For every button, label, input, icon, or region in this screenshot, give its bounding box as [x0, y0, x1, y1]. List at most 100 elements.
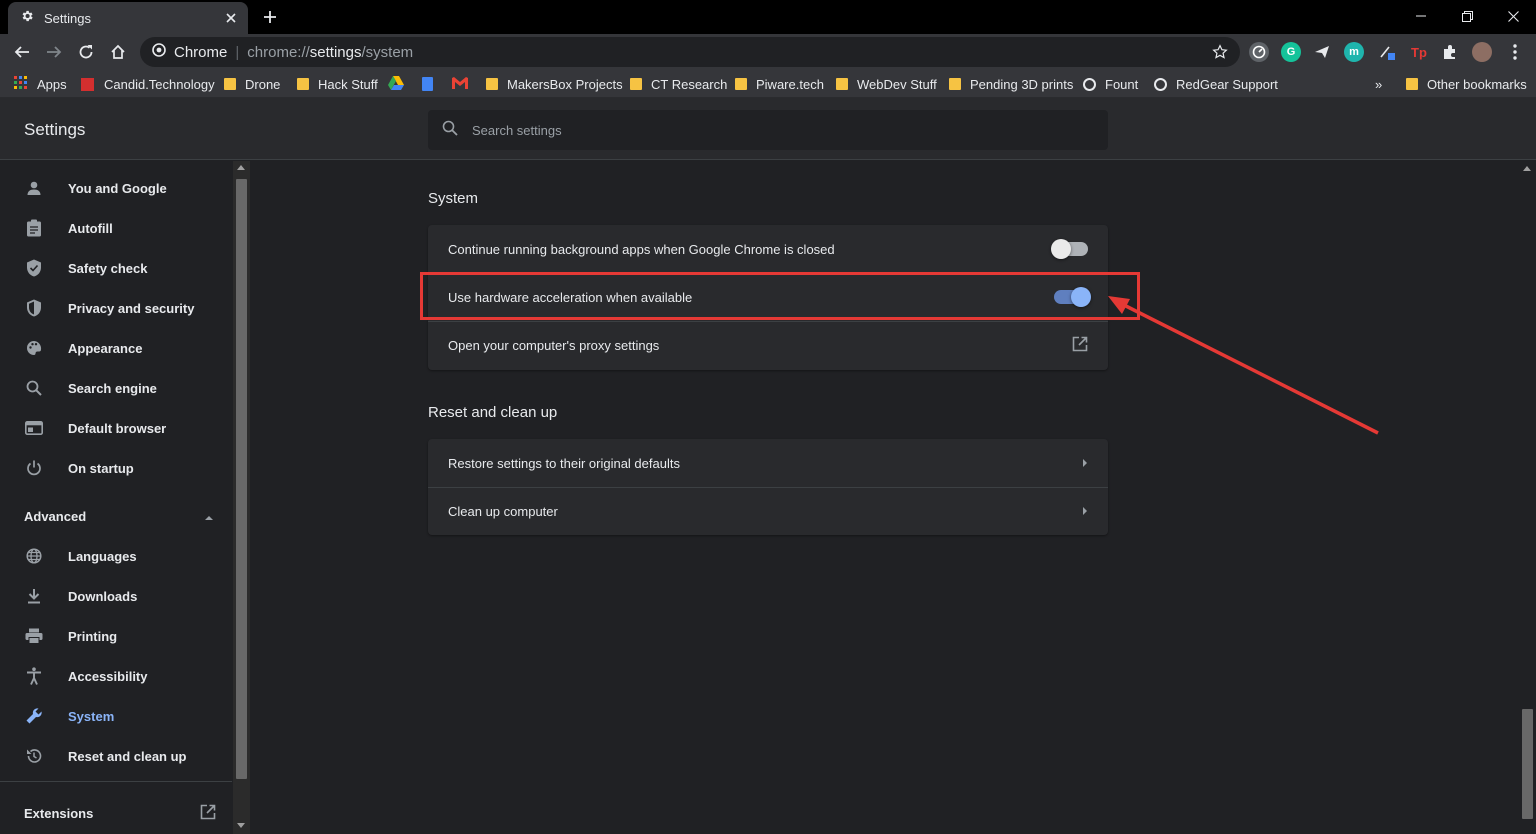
search-settings-box[interactable] — [428, 110, 1108, 150]
folder-icon — [949, 78, 961, 90]
bookmark-hack-stuff[interactable]: Hack Stuff — [297, 75, 378, 93]
bookmark-star-icon[interactable] — [1210, 42, 1230, 62]
sidebar-item-privacy-and-security[interactable]: Privacy and security — [0, 288, 232, 328]
bookmark-google-docs[interactable] — [422, 75, 433, 93]
new-tab-button[interactable] — [258, 5, 282, 29]
bookmark-piware-tech[interactable]: Piware.tech — [735, 75, 824, 93]
bookmark-candid-technology[interactable]: Candid.Technology — [81, 75, 215, 93]
advanced-section-toggle[interactable]: Advanced — [0, 496, 232, 536]
gmail-icon — [452, 76, 468, 92]
sidebar-item-appearance[interactable]: Appearance — [0, 328, 232, 368]
grammarly-extension-icon[interactable]: G — [1281, 42, 1301, 62]
bookmark-makersbox-projects[interactable]: MakersBox Projects — [486, 75, 623, 93]
bookmark-label: Piware.tech — [756, 76, 824, 92]
sidebar-scroll-thumb[interactable] — [236, 179, 247, 779]
download-icon — [24, 586, 44, 606]
bookmark-label: MakersBox Projects — [507, 76, 623, 92]
sidebar-item-label: You and Google — [68, 180, 167, 196]
shield-icon — [24, 298, 44, 318]
bookmark-label: Fount — [1105, 76, 1139, 92]
sidebar-item-reset-and-clean-up[interactable]: Reset and clean up — [0, 736, 232, 776]
bookmark-fount[interactable]: Fount — [1083, 75, 1138, 93]
sidebar-item-safety-check[interactable]: Safety check — [0, 248, 232, 288]
close-tab-icon[interactable] — [220, 7, 242, 29]
tab-settings[interactable]: Settings — [8, 2, 248, 34]
folder-icon — [735, 78, 747, 90]
puzzle-extensions-icon[interactable] — [1440, 42, 1460, 62]
row-label: Restore settings to their original defau… — [448, 455, 680, 471]
background-apps-toggle[interactable] — [1051, 239, 1088, 259]
sidebar-item-on-startup[interactable]: On startup — [0, 448, 232, 488]
home-button[interactable] — [104, 38, 132, 66]
row-label: Continue running background apps when Go… — [448, 241, 835, 257]
proxy-settings-row[interactable]: Open your computer's proxy settings — [428, 321, 1108, 369]
bookmark-ct-research[interactable]: CT Research — [630, 75, 727, 93]
forward-button[interactable] — [40, 38, 68, 66]
bookmark-gmail[interactable] — [452, 75, 468, 93]
scroll-down-arrow-icon[interactable] — [237, 823, 245, 828]
browser-icon — [24, 418, 44, 438]
site-chip-label: Chrome — [174, 43, 228, 61]
scroll-up-arrow-icon[interactable] — [1523, 166, 1531, 171]
bookmarks-overflow-button[interactable]: » — [1375, 75, 1382, 93]
sidebar-item-extensions[interactable]: Extensions — [0, 793, 232, 833]
sidebar-item-system[interactable]: System — [0, 696, 232, 736]
bookmark-apps[interactable]: Apps — [14, 75, 67, 93]
chevron-right-icon — [1082, 504, 1088, 519]
external-link-icon[interactable] — [1072, 336, 1088, 355]
row-label: Clean up computer — [448, 503, 558, 519]
globe-icon — [1154, 77, 1167, 91]
send-extension-icon[interactable] — [1312, 42, 1332, 62]
restore-defaults-row[interactable]: Restore settings to their original defau… — [428, 439, 1108, 487]
folder-icon — [297, 78, 309, 90]
tp-extension-icon[interactable]: Tp — [1409, 42, 1429, 62]
minimize-button[interactable] — [1398, 0, 1444, 32]
sidebar-item-search-engine[interactable]: Search engine — [0, 368, 232, 408]
reload-button[interactable] — [72, 38, 100, 66]
main-scrollbar[interactable] — [1519, 161, 1536, 834]
avatar[interactable] — [1472, 42, 1492, 62]
bookmark-webdev-stuff[interactable]: WebDev Stuff — [836, 75, 937, 93]
more-menu-icon[interactable] — [1505, 42, 1525, 62]
scroll-up-arrow-icon[interactable] — [237, 165, 245, 170]
sidebar-item-downloads[interactable]: Downloads — [0, 576, 232, 616]
m-extension-icon[interactable]: m — [1344, 42, 1364, 62]
background-apps-row[interactable]: Continue running background apps when Go… — [428, 225, 1108, 273]
accessibility-icon — [24, 666, 44, 686]
google-docs-icon — [422, 77, 433, 91]
close-window-button[interactable] — [1490, 0, 1536, 32]
sidebar-item-label: Appearance — [68, 340, 143, 356]
sidebar-item-languages[interactable]: Languages — [0, 536, 232, 576]
pen-extension-icon[interactable] — [1378, 42, 1398, 62]
bookmark-google-drive[interactable] — [388, 75, 404, 93]
sidebar-scrollbar[interactable] — [233, 161, 250, 834]
row-label: Open your computer's proxy settings — [448, 337, 660, 353]
chevron-right-icon — [1082, 456, 1088, 471]
bookmark-redgear-support[interactable]: RedGear Support — [1154, 75, 1278, 93]
sidebar-item-you-and-google[interactable]: You and Google — [0, 168, 232, 208]
wrench-icon — [24, 706, 44, 726]
bookmarks-bar: Apps Candid.Technology Drone Hack Stuff … — [0, 70, 1536, 98]
bookmark-pending-3d-prints[interactable]: Pending 3D prints — [949, 75, 1073, 93]
address-bar[interactable]: Chrome | chrome://settings/system — [140, 37, 1240, 67]
back-button[interactable] — [8, 38, 36, 66]
sidebar-item-label: On startup — [68, 460, 134, 476]
sidebar-item-label: Privacy and security — [68, 300, 195, 316]
clean-up-computer-row[interactable]: Clean up computer — [428, 487, 1108, 535]
annotation-highlight-box — [420, 272, 1140, 320]
folder-icon — [1406, 78, 1418, 90]
search-input[interactable] — [472, 122, 1072, 138]
sidebar-item-accessibility[interactable]: Accessibility — [0, 656, 232, 696]
other-bookmarks[interactable]: Other bookmarks — [1406, 75, 1527, 93]
restore-window-button[interactable] — [1444, 0, 1490, 32]
search-icon — [442, 120, 458, 141]
sidebar-item-label: Downloads — [68, 588, 138, 604]
sidebar-item-autofill[interactable]: Autofill — [0, 208, 232, 248]
speedometer-extension-icon[interactable] — [1249, 42, 1269, 62]
sidebar-item-default-browser[interactable]: Default browser — [0, 408, 232, 448]
main-scroll-thumb[interactable] — [1522, 709, 1533, 819]
chrome-site-icon — [152, 43, 166, 61]
candid-icon — [81, 77, 94, 91]
sidebar-item-printing[interactable]: Printing — [0, 616, 232, 656]
bookmark-drone[interactable]: Drone — [224, 75, 280, 93]
